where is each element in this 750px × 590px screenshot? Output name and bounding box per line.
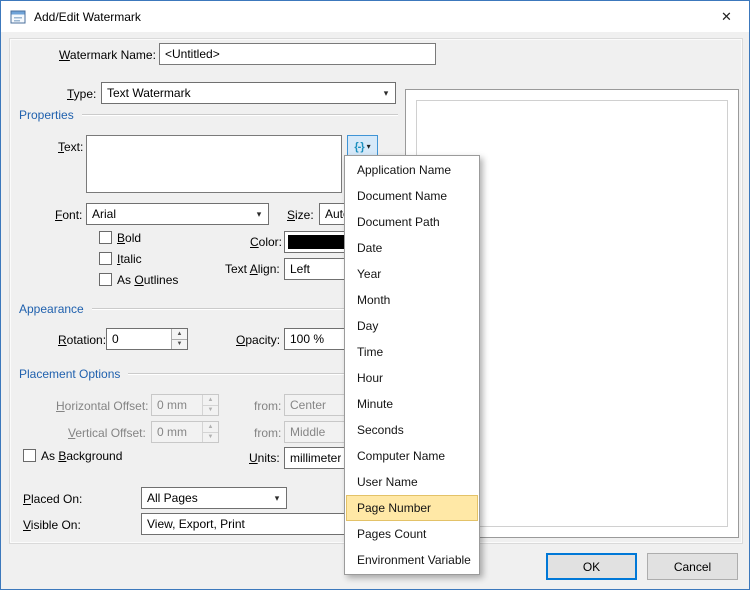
type-value: Text Watermark — [107, 86, 191, 100]
cancel-button[interactable]: Cancel — [647, 553, 738, 580]
properties-section-header: Properties — [19, 108, 398, 122]
placed-on-select[interactable]: All Pages ▾ — [141, 487, 287, 509]
titlebar: Add/Edit Watermark ✕ — [1, 1, 749, 32]
watermark-text-input[interactable] — [86, 135, 342, 193]
menu-item-date[interactable]: Date — [346, 235, 478, 261]
type-label: Type: — [67, 87, 96, 101]
menu-item-document-name[interactable]: Document Name — [346, 183, 478, 209]
chevron-down-icon: ▾ — [269, 489, 285, 507]
menu-item-hour[interactable]: Hour — [346, 365, 478, 391]
rotation-label: Rotation: — [58, 333, 106, 347]
menu-item-day[interactable]: Day — [346, 313, 478, 339]
from-horizontal-value: Center — [290, 398, 326, 412]
as-background-label: As Background — [41, 449, 122, 463]
properties-header-text: Properties — [19, 108, 74, 122]
font-value: Arial — [92, 207, 116, 221]
menu-item-time[interactable]: Time — [346, 339, 478, 365]
spin-down-button: ▼ — [203, 433, 218, 443]
chevron-down-icon: ▾ — [251, 205, 267, 223]
text-align-label: Text Align: — [225, 262, 280, 276]
spin-down-button[interactable]: ▼ — [172, 340, 187, 350]
italic-checkbox[interactable] — [99, 252, 112, 265]
size-label: Size: — [287, 208, 314, 222]
placement-section-header: Placement Options — [19, 367, 398, 381]
bold-checkbox[interactable] — [99, 231, 112, 244]
spin-up-button: ▲ — [203, 395, 218, 406]
menu-item-minute[interactable]: Minute — [346, 391, 478, 417]
menu-item-page-number[interactable]: Page Number — [346, 495, 478, 521]
menu-item-pages-count[interactable]: Pages Count — [346, 521, 478, 547]
font-select[interactable]: Arial ▾ — [86, 203, 269, 225]
font-label: Font: — [55, 208, 82, 222]
placed-on-value: All Pages — [147, 491, 198, 505]
placement-header-text: Placement Options — [19, 367, 120, 381]
text-label: Text: — [58, 140, 83, 154]
text-align-value: Left — [290, 262, 310, 276]
menu-item-year[interactable]: Year — [346, 261, 478, 287]
italic-label: Italic — [117, 252, 142, 266]
vertical-offset-value: 0 mm — [152, 422, 202, 442]
from-vertical-label: from: — [254, 426, 281, 440]
spin-up-button: ▲ — [203, 422, 218, 433]
add-edit-watermark-dialog: Add/Edit Watermark ✕ Watermark Name: Typ… — [0, 0, 750, 590]
appearance-header-text: Appearance — [19, 302, 84, 316]
window-title: Add/Edit Watermark — [34, 10, 141, 24]
units-value: millimeter — [290, 451, 341, 465]
chevron-down-icon: ▾ — [378, 84, 394, 102]
rotation-spinner[interactable]: ▲ ▼ — [106, 328, 188, 350]
appearance-section-header: Appearance — [19, 302, 398, 316]
horizontal-offset-spinner: 0 mm ▲ ▼ — [151, 394, 219, 416]
menu-item-document-path[interactable]: Document Path — [346, 209, 478, 235]
ok-button[interactable]: OK — [546, 553, 637, 580]
visible-on-label: Visible On: — [23, 518, 81, 532]
menu-item-computer-name[interactable]: Computer Name — [346, 443, 478, 469]
units-label: Units: — [249, 451, 280, 465]
close-icon[interactable]: ✕ — [704, 1, 749, 32]
vertical-offset-spinner: 0 mm ▲ ▼ — [151, 421, 219, 443]
from-vertical-value: Middle — [290, 425, 325, 439]
type-select[interactable]: Text Watermark ▾ — [101, 82, 396, 104]
from-horizontal-label: from: — [254, 399, 281, 413]
app-icon — [10, 9, 26, 25]
horizontal-offset-value: 0 mm — [152, 395, 202, 415]
color-label: Color: — [250, 235, 282, 249]
as-outlines-checkbox[interactable] — [99, 273, 112, 286]
macro-braces-icon: {-} — [354, 141, 363, 153]
as-outlines-label: As Outlines — [117, 273, 178, 287]
opacity-label: Opacity: — [236, 333, 280, 347]
watermark-name-label: Watermark Name: — [59, 48, 156, 62]
spin-down-button: ▼ — [203, 406, 218, 416]
menu-item-seconds[interactable]: Seconds — [346, 417, 478, 443]
spin-up-button[interactable]: ▲ — [172, 329, 187, 340]
opacity-value: 100 % — [290, 332, 324, 346]
as-background-checkbox[interactable] — [23, 449, 36, 462]
rotation-input[interactable] — [107, 329, 171, 349]
menu-item-application-name[interactable]: Application Name — [346, 157, 478, 183]
macro-menu: Application NameDocument NameDocument Pa… — [344, 155, 480, 575]
menu-item-month[interactable]: Month — [346, 287, 478, 313]
menu-item-environment-variable[interactable]: Environment Variable — [346, 547, 478, 573]
bold-label: Bold — [117, 231, 141, 245]
section-rule — [82, 114, 398, 116]
menu-item-user-name[interactable]: User Name — [346, 469, 478, 495]
horizontal-offset-label: Horizontal Offset: — [56, 399, 149, 413]
visible-on-value: View, Export, Print — [147, 517, 245, 531]
vertical-offset-label: Vertical Offset: — [68, 426, 146, 440]
placed-on-label: Placed On: — [23, 492, 82, 506]
chevron-down-icon: ▾ — [367, 142, 371, 151]
watermark-name-input[interactable] — [159, 43, 436, 65]
